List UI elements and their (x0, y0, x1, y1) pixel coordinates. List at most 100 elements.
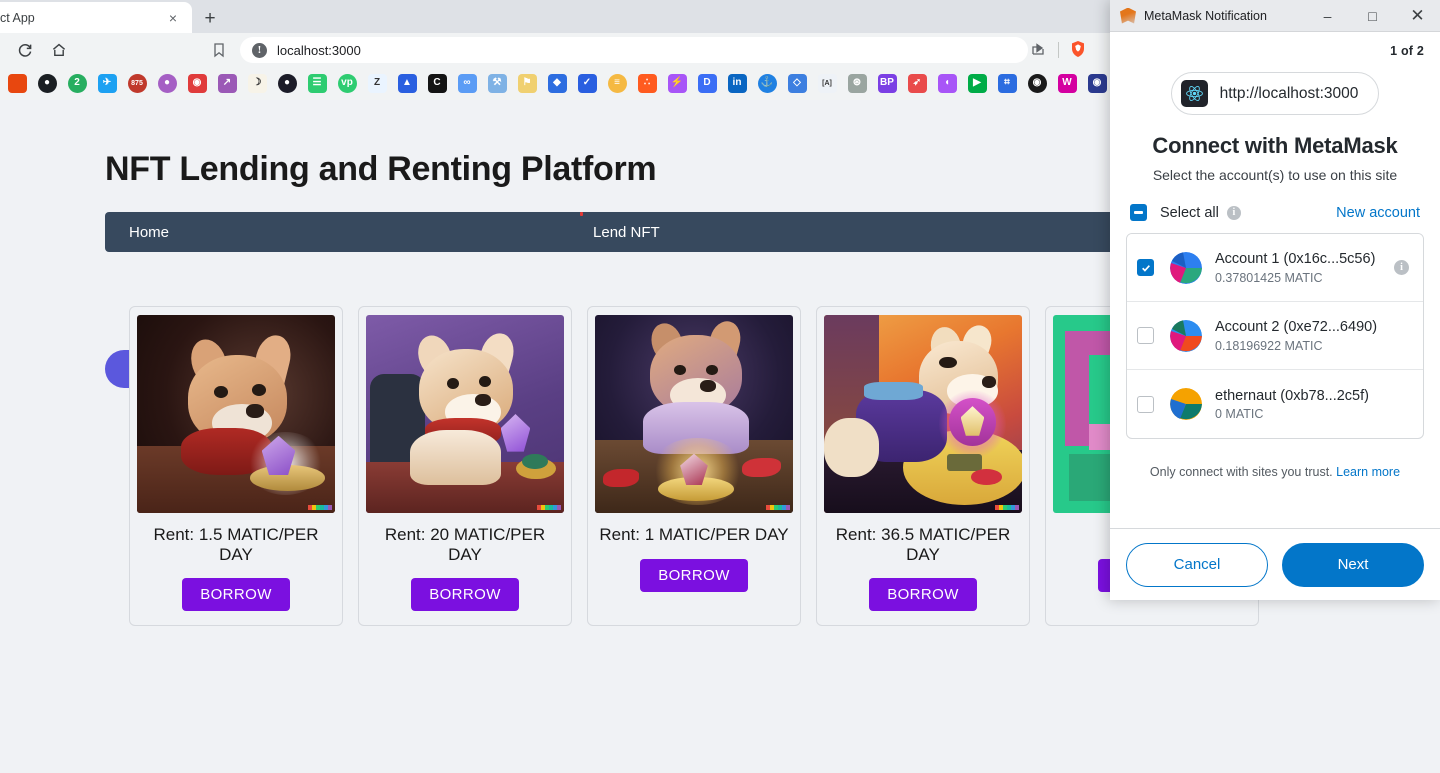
nav-item-lend-nft[interactable]: Lend NFT (581, 224, 672, 241)
nft-image (824, 315, 1022, 513)
bookmark-bp-icon[interactable]: BP (872, 72, 902, 94)
account-balance: 0.18196922 MATIC (1215, 338, 1323, 353)
dialog-footer: Cancel Next (1110, 528, 1440, 600)
borrow-button[interactable]: BORROW (182, 578, 290, 612)
bookmark-blue-app-icon[interactable]: ◆ (542, 72, 572, 94)
bookmark-crystal-ball-icon[interactable]: ● (152, 72, 182, 94)
bookmark-tool-icon[interactable]: ⚒ (482, 72, 512, 94)
bookmark-glyph: ⚡ (667, 73, 687, 93)
bookmark-github-icon[interactable]: ● (32, 72, 62, 94)
nav-item-home[interactable]: Home (117, 224, 181, 241)
tab-title: ct App (0, 10, 35, 25)
bookmark-glyph: ☰ (307, 73, 327, 93)
account-checkbox[interactable] (1137, 395, 1154, 413)
nft-image (595, 315, 793, 513)
bookmark-glyph: 875 (127, 73, 147, 93)
account-name: Account 2 (0xe72...6490) (1215, 319, 1378, 336)
share-icon[interactable] (1030, 41, 1047, 63)
nft-card: Rent: 36.5 MATIC/PER DAY BORROW (816, 306, 1030, 627)
borrow-button[interactable]: BORROW (411, 578, 519, 612)
bookmark-glyph: ◉ (187, 73, 207, 93)
borrow-button[interactable]: BORROW (869, 578, 977, 612)
info-icon[interactable]: i (1226, 205, 1241, 220)
bookmark-crane-icon[interactable]: ⚑ (512, 72, 542, 94)
page-title: NFT Lending and Renting Platform (105, 150, 657, 188)
bookmark-rocket-icon[interactable]: ➶ (902, 72, 932, 94)
bookmark-glyph: Z (367, 73, 387, 93)
account-checkbox[interactable] (1137, 327, 1154, 344)
bookmark-icon[interactable] (210, 41, 228, 59)
bookmark-target-icon[interactable]: ◉ (182, 72, 212, 94)
bookmark-glyph: ≡ (607, 73, 627, 93)
nft-image (366, 315, 564, 513)
nft-card: Rent: 1 MATIC/PER DAY BORROW (587, 306, 801, 627)
account-checkbox[interactable] (1137, 259, 1154, 276)
bookmark-rss-icon[interactable]: ◖ (932, 72, 962, 94)
bookmark-check-square-icon[interactable]: ✓ (572, 72, 602, 94)
bookmark-glyph: ◖ (937, 73, 957, 93)
bookmark-diamond-icon[interactable]: ◇ (782, 72, 812, 94)
account-row[interactable]: Account 1 (0x16c...5c56) 0.37801425 MATIC… (1127, 234, 1423, 302)
account-balance: 0 MATIC (1215, 407, 1264, 422)
bookmark-linkedin-icon[interactable]: in (722, 72, 752, 94)
learn-more-link[interactable]: Learn more (1336, 465, 1400, 479)
bookmark-meet-icon[interactable]: ▶ (962, 72, 992, 94)
account-avatar-icon (1170, 319, 1202, 352)
cancel-button[interactable]: Cancel (1126, 542, 1268, 587)
account-row[interactable]: Account 2 (0xe72...6490) 0.18196922 MATIC (1127, 302, 1423, 370)
bookmark-opensea-icon[interactable]: ⚓ (752, 72, 782, 94)
site-info-icon[interactable]: ! (252, 42, 267, 58)
bookmark-link-chain-icon[interactable]: ∞ (452, 72, 482, 94)
account-row[interactable]: ethernaut (0xb78...2c5f) 0 MATIC (1127, 370, 1423, 438)
cursor-marker (580, 212, 583, 216)
bookmark-glyph: vp (337, 73, 357, 93)
account-info-icon[interactable]: i (1394, 260, 1409, 275)
bookmark-zora-icon[interactable]: Z (362, 72, 392, 94)
close-icon[interactable]: × (164, 9, 182, 27)
bookmark-orange-dots-icon[interactable]: ∴ (632, 72, 662, 94)
new-account-link[interactable]: New account (1336, 205, 1420, 221)
bookmark-dark-ball-icon[interactable]: ● (272, 72, 302, 94)
reload-icon[interactable] (11, 36, 39, 64)
bookmark-bracket-a-icon[interactable]: [A] (812, 72, 842, 94)
bookmark-vp-icon[interactable]: vp (332, 72, 362, 94)
bookmark-bookmark-875-icon[interactable]: 875 (122, 72, 152, 94)
bookmark-glyph: ◉ (1027, 73, 1047, 93)
account-name: Account 1 (0x16c...5c56) (1215, 251, 1376, 268)
bookmark-film-icon[interactable]: ☰ (302, 72, 332, 94)
bookmark-glyph: ➶ (907, 73, 927, 93)
bookmark-bookmark-1-icon[interactable] (2, 72, 32, 94)
bookmark-glyph (7, 73, 27, 93)
bookmark-w-logo-icon[interactable]: W (1052, 72, 1082, 94)
bookmark-glyph: ● (277, 73, 297, 93)
bookmark-twitter-icon[interactable]: ✈ (92, 72, 122, 94)
new-tab-icon[interactable]: + (196, 5, 224, 31)
bookmark-openai-icon[interactable]: ⊛ (842, 72, 872, 94)
close-window-icon[interactable]: ✕ (1395, 0, 1440, 32)
home-icon[interactable] (45, 36, 73, 64)
bookmark-lightning-icon[interactable]: ⚡ (662, 72, 692, 94)
bookmark-code-icon[interactable]: C (422, 72, 452, 94)
bookmark-flow-icon[interactable]: ≡ (602, 72, 632, 94)
bookmark-bookmark-2-icon[interactable]: 2 (62, 72, 92, 94)
minimize-icon[interactable]: – (1305, 0, 1350, 32)
bookmark-glyph: [A] (817, 73, 837, 93)
bookmark-target-2-icon[interactable]: ◉ (1082, 72, 1112, 94)
maximize-icon[interactable]: □ (1350, 0, 1395, 32)
select-all-checkbox[interactable] (1130, 204, 1147, 221)
next-button[interactable]: Next (1282, 542, 1424, 587)
dalle-signature-icon (995, 505, 1019, 510)
browser-tab[interactable]: ct App × (0, 2, 192, 33)
borrow-button[interactable]: BORROW (640, 559, 748, 592)
bookmark-blue-doc-icon[interactable]: D (692, 72, 722, 94)
bookmark-alchemy-icon[interactable]: ▲ (392, 72, 422, 94)
bookmark-chart-icon[interactable]: ↗ (212, 72, 242, 94)
address-bar[interactable]: ! localhost:3000 (240, 37, 1028, 63)
brave-shields-icon[interactable] (1068, 39, 1088, 64)
bookmark-glyph: ⚓ (757, 73, 777, 93)
bookmark-glyph: ▶ (967, 73, 987, 93)
bookmark-moon-icon[interactable]: ☽ (242, 72, 272, 94)
bookmark-red-eye-icon[interactable]: ◉ (1022, 72, 1052, 94)
account-text: Account 2 (0xe72...6490) 0.18196922 MATIC (1215, 318, 1413, 352)
bookmark-sticker-icon[interactable]: ⌗ (992, 72, 1022, 94)
